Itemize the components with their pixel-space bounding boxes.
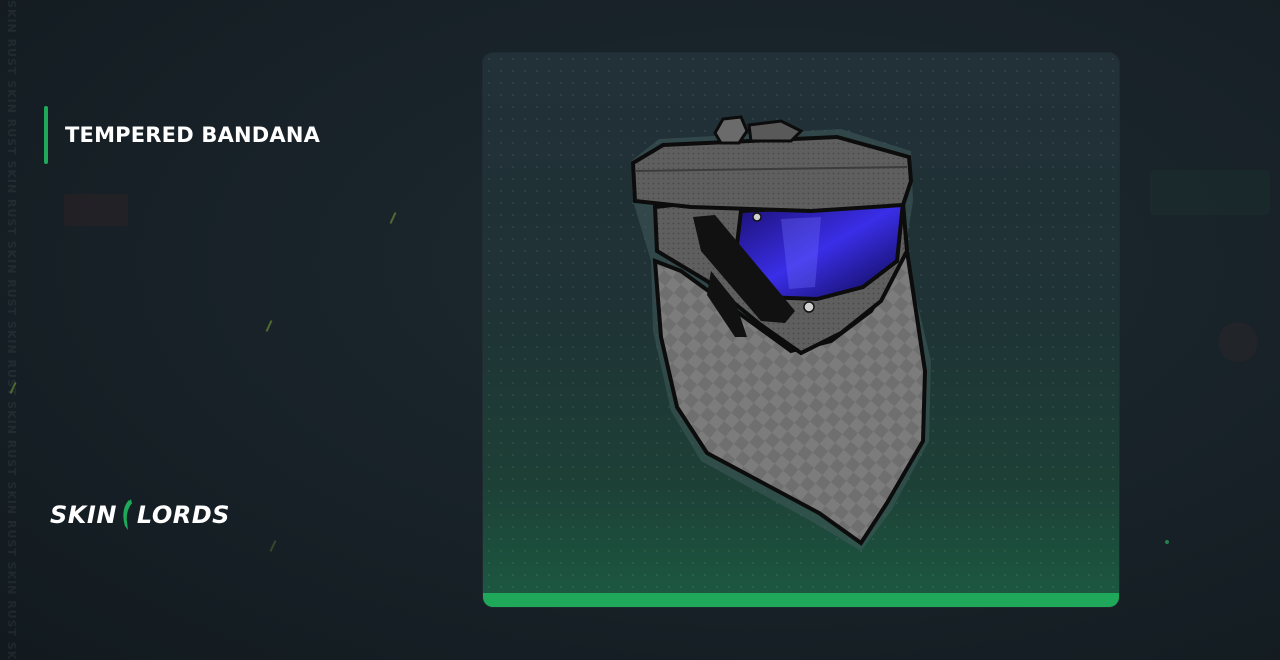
spark-decoration [269, 540, 277, 552]
rarity-bar [483, 593, 1119, 607]
spark-decoration [265, 320, 273, 332]
background-ghost-panel [1150, 170, 1270, 215]
logo-text-left: SKIN [50, 501, 117, 529]
skinlords-logo: SKIN LORDS [50, 498, 230, 532]
logo-text-right: LORDS [136, 501, 230, 529]
spark-decoration [389, 212, 397, 224]
side-watermark: SKIN RUST SKIN RUST SKIN RUST SKIN RUST … [5, 0, 18, 660]
item-image-card [483, 53, 1119, 607]
skinlords-dragon-icon [123, 499, 132, 530]
item-title: TEMPERED BANDANA [65, 123, 321, 147]
background-ghost-tag [64, 194, 128, 226]
spark-decoration [1164, 539, 1170, 545]
title-accent-bar [44, 106, 48, 164]
background-ghost-icon [1218, 322, 1258, 362]
tempered-bandana-icon [630, 115, 931, 551]
item-title-block: TEMPERED BANDANA [44, 106, 320, 164]
